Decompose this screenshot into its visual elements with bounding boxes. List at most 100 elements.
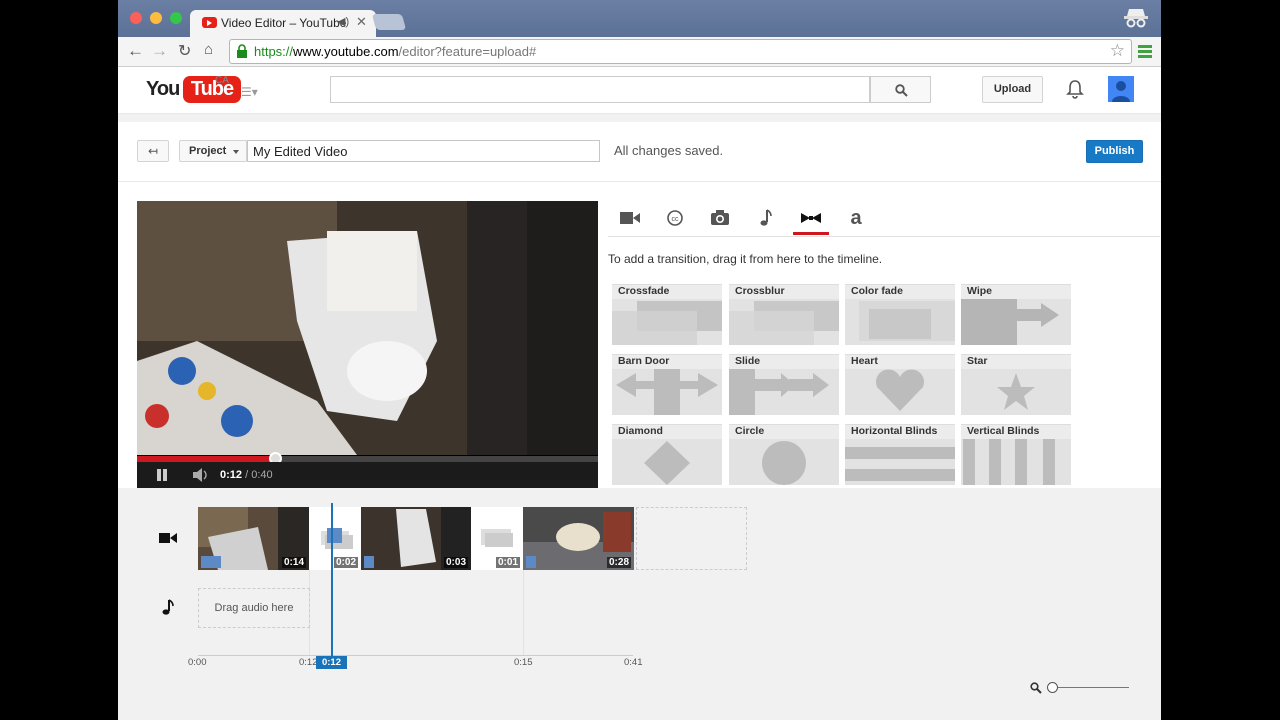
transition-label: Circle [735,425,765,437]
transition-crossblur[interactable]: Crossblur [729,284,839,345]
user-silhouette-icon [1112,81,1130,102]
logo-tube: Tube [183,76,241,103]
caret-down-icon [233,150,239,154]
logo-you: You [146,78,180,100]
tab-strip: Video Editor – YouTube ◀) ✕ [118,0,1161,37]
zoom-window-button[interactable] [170,12,182,24]
url-path: /editor?feature=upload# [398,44,537,59]
active-tab-indicator [793,232,829,235]
transition-wipe[interactable]: Wipe [961,284,1071,345]
back-button[interactable]: ↤ [137,140,169,162]
speaker-icon: ◀) [337,16,350,28]
new-tab-button[interactable] [371,14,407,30]
zoom-slider[interactable] [1056,687,1129,688]
browser-toolbar: ← → ↻ ⌂ https://www.youtube.com/editor?f… [118,37,1161,67]
clip-duration: 0:03 [443,557,468,568]
home-icon[interactable]: ⌂ [204,41,213,58]
transition-heart[interactable]: Heart [845,354,955,415]
transition-color-fade[interactable]: Color fade [845,284,955,345]
publish-button[interactable]: Publish [1086,140,1143,163]
text-a-icon[interactable]: a [838,203,874,233]
forward-arrow-icon[interactable]: → [151,41,168,61]
pause-icon[interactable] [157,469,168,481]
transition-horizontal-blinds[interactable]: Horizontal Blinds [845,424,955,485]
lock-icon [237,44,247,58]
timeline-clip[interactable]: 0:03 [361,507,471,570]
incognito-icon [1124,9,1148,28]
avatar[interactable] [1108,76,1134,102]
transition-label: Crossfade [618,285,670,297]
transition-label: Vertical Blinds [967,425,1040,437]
project-title-input[interactable]: My Edited Video [247,140,600,162]
video-player[interactable]: 0:12 / 0:40 [137,201,598,488]
close-window-button[interactable] [130,12,142,24]
timeline-transition[interactable]: 0:02 [309,507,361,570]
audio-drop-zone[interactable]: Drag audio here [198,588,310,628]
time-total: / 0:40 [242,469,273,481]
clip-duration: 0:14 [281,557,306,568]
chrome-menu-icon[interactable] [1138,45,1152,59]
transition-label: Color fade [851,285,903,297]
music-note-icon[interactable] [747,203,783,233]
playhead[interactable] [331,503,333,663]
transition-vertical-blinds[interactable]: Vertical Blinds [961,424,1071,485]
back-arrow-icon[interactable]: ← [127,41,144,61]
audio-track-icon [162,599,174,615]
clip-tools-icon[interactable] [526,556,536,568]
guide-menu-icon[interactable]: ☰▾ [241,85,258,99]
transition-circle[interactable]: Circle [729,424,839,485]
reload-icon[interactable]: ↻ [178,41,191,61]
address-bar[interactable]: https://www.youtube.com/editor?feature=u… [229,39,1132,64]
tabs-divider [608,236,1160,237]
text-tab-glyph: a [850,207,862,229]
captions-icon[interactable]: cc [657,203,693,233]
transition-label: Star [967,355,988,367]
zoom-slider-knob[interactable] [1047,682,1058,693]
zoom-icon [1030,682,1042,694]
clip-duration: 0:02 [333,557,358,568]
project-label: Project [189,145,227,157]
transition-slide[interactable]: Slide [729,354,839,415]
browser-tab-video-editor[interactable]: Video Editor – YouTube ◀) ✕ [190,10,376,37]
tab-close-icon[interactable]: ✕ [356,14,367,30]
ruler-tick: 0:41 [624,657,643,668]
project-dropdown[interactable]: Project [179,140,247,162]
transition-crossfade[interactable]: Crossfade [612,284,722,345]
time-ruler [198,655,633,656]
upload-button[interactable]: Upload [982,76,1043,103]
youtube-header: You Tube CA ☰▾ Upload [118,67,1161,114]
ruler-tick: 0:12 [299,657,318,668]
url-text: https://www.youtube.com/editor?feature=u… [254,44,536,59]
clip-duration: 0:28 [606,557,631,568]
search-button[interactable] [870,76,931,103]
player-controls: 0:12 / 0:40 [137,462,598,488]
empty-clip-slot[interactable] [636,507,747,570]
transition-label: Slide [735,355,761,367]
photo-camera-icon[interactable] [702,203,738,233]
timeline-transition[interactable]: 0:01 [471,507,523,570]
bookmark-star-icon[interactable]: ☆ [1110,41,1125,61]
bell-icon[interactable] [1066,79,1084,99]
minimize-window-button[interactable] [150,12,162,24]
transitions-hint: To add a transition, drag it from here t… [608,252,883,266]
clip-tools-icon[interactable] [364,556,374,568]
clip-duration: 0:01 [495,557,520,568]
transition-star[interactable]: Star [961,354,1071,415]
transitions-bowtie-icon[interactable] [793,203,829,233]
transition-label: Crossblur [735,285,785,297]
search-input[interactable] [330,76,870,103]
url-host: www.youtube.com [293,44,399,59]
clip-tools-icon[interactable] [201,556,221,568]
transition-label: Barn Door [618,355,670,367]
search-icon [895,84,908,97]
svg-text:cc: cc [672,216,680,223]
divider [118,181,1161,182]
video-camera-icon[interactable] [612,203,648,233]
transition-diamond[interactable]: Diamond [612,424,722,485]
timeline-clip[interactable]: 0:28 [523,507,634,570]
timeline-clip[interactable]: 0:14 [198,507,309,570]
volume-icon[interactable] [192,468,210,482]
transition-label: Horizontal Blinds [851,425,938,437]
youtube-favicon-icon [202,17,217,28]
transition-barn-door[interactable]: Barn Door [612,354,722,415]
